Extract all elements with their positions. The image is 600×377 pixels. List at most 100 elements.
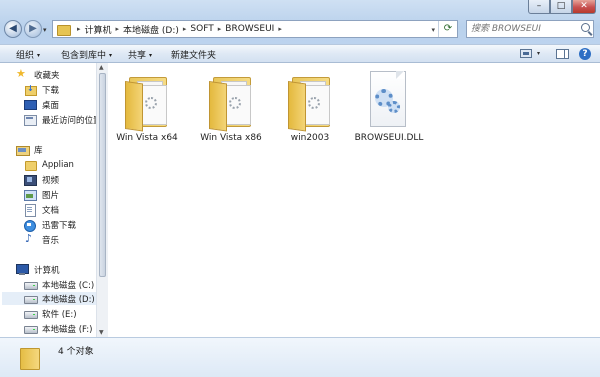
nav-videos[interactable]: 视频 bbox=[24, 173, 59, 186]
title-bar: – □ ✕ ◀ ▶ ▾ ▸ 计算机 ▸ 本地磁盘 (D:) ▸ SOFT ▸ B… bbox=[0, 0, 600, 44]
file-name: Win Vista x64 bbox=[116, 133, 178, 143]
breadcrumb-browseui[interactable]: BROWSEUI bbox=[225, 24, 274, 34]
details-pane: 4 个对象 bbox=[0, 337, 600, 377]
item-count: 4 个对象 bbox=[58, 347, 94, 357]
document-icon bbox=[24, 204, 36, 217]
drive-icon bbox=[24, 308, 38, 319]
view-options-chevron-icon[interactable]: ▾ bbox=[537, 50, 540, 57]
help-icon[interactable]: ? bbox=[579, 48, 591, 60]
nav-drive-f[interactable]: 本地磁盘 (F:) bbox=[24, 322, 92, 335]
new-folder-button[interactable]: 新建文件夹 bbox=[171, 48, 216, 61]
file-name: BROWSEUI.DLL bbox=[354, 133, 424, 143]
recent-places-icon bbox=[24, 114, 37, 126]
nav-drive-e[interactable]: 软件 (E:) bbox=[24, 307, 77, 320]
downloads-folder-icon bbox=[24, 84, 37, 96]
drive-icon bbox=[24, 293, 38, 304]
music-icon bbox=[24, 232, 36, 245]
search-icon[interactable] bbox=[581, 23, 590, 32]
close-button[interactable]: ✕ bbox=[572, 0, 596, 14]
address-bar[interactable]: ▸ 计算机 ▸ 本地磁盘 (D:) ▸ SOFT ▸ BROWSEUI ▸ ▾ … bbox=[52, 20, 458, 38]
drive-icon bbox=[24, 323, 38, 334]
chevron-down-icon: ▾ bbox=[37, 52, 41, 59]
folder-icon bbox=[121, 71, 169, 132]
nav-label: 本地磁盘 (C:) bbox=[42, 280, 95, 291]
search-box[interactable] bbox=[466, 20, 594, 38]
nav-documents[interactable]: 文档 bbox=[24, 203, 60, 217]
drive-icon bbox=[24, 279, 38, 290]
nav-label: 迅雷下载 bbox=[42, 220, 77, 231]
nav-label: 音乐 bbox=[42, 235, 60, 246]
nav-drive-c[interactable]: 本地磁盘 (C:) bbox=[24, 278, 94, 291]
change-view-icon[interactable] bbox=[520, 49, 532, 58]
breadcrumb-separator-icon[interactable]: ▸ bbox=[183, 25, 187, 33]
address-dropdown-icon[interactable]: ▾ bbox=[431, 26, 435, 34]
library-icon bbox=[16, 144, 30, 156]
computer-icon bbox=[16, 264, 29, 275]
chevron-down-icon: ▾ bbox=[149, 52, 153, 59]
nav-label: 库 bbox=[34, 145, 43, 156]
nav-drive-d[interactable]: 本地磁盘 (D:) bbox=[2, 292, 96, 305]
navigation-pane: 收藏夹 下载 桌面 最近访问的位置 库 Applian 视频 图片 bbox=[0, 63, 108, 337]
nav-label: 视频 bbox=[42, 175, 60, 186]
thunder-download-icon bbox=[24, 219, 36, 232]
history-dropdown-icon[interactable]: ▾ bbox=[43, 26, 47, 34]
minimize-button[interactable]: – bbox=[528, 0, 550, 14]
scroll-down-icon[interactable]: ▼ bbox=[99, 329, 104, 336]
nav-scrollbar[interactable]: ▲ ▼ bbox=[96, 63, 108, 337]
file-name: Win Vista x86 bbox=[200, 133, 262, 143]
nav-label: 桌面 bbox=[42, 100, 60, 111]
forward-button[interactable]: ▶ bbox=[24, 20, 42, 38]
nav-label: 文档 bbox=[42, 205, 60, 216]
organize-menu[interactable]: 组织 ▾ bbox=[16, 48, 40, 61]
nav-thunder-downloads[interactable]: 迅雷下载 bbox=[24, 218, 77, 232]
nav-label: 下载 bbox=[42, 85, 60, 96]
chevron-down-icon: ▾ bbox=[109, 52, 113, 59]
share-menu[interactable]: 共享 ▾ bbox=[128, 48, 152, 61]
nav-label: 本地磁盘 (D:) bbox=[42, 294, 95, 305]
nav-favorites[interactable]: 收藏夹 bbox=[16, 67, 60, 81]
pictures-icon bbox=[24, 189, 37, 201]
search-input[interactable] bbox=[471, 22, 575, 36]
refresh-icon[interactable]: ⟳ bbox=[438, 21, 457, 37]
breadcrumb-computer[interactable]: 计算机 bbox=[85, 23, 112, 36]
breadcrumb-separator-icon[interactable]: ▸ bbox=[116, 25, 120, 33]
video-icon bbox=[24, 174, 37, 186]
nav-recent-places[interactable]: 最近访问的位置 bbox=[24, 113, 102, 126]
scrollbar-thumb[interactable] bbox=[99, 73, 106, 277]
nav-downloads[interactable]: 下载 bbox=[24, 83, 59, 96]
dll-file-icon bbox=[368, 71, 408, 127]
command-bar: 组织 ▾ 包含到库中 ▾ 共享 ▾ 新建文件夹 ▾ ? bbox=[0, 44, 600, 63]
nav-label: Applian bbox=[42, 159, 74, 170]
folder-icon bbox=[56, 23, 71, 36]
include-in-library-menu[interactable]: 包含到库中 ▾ bbox=[61, 48, 112, 61]
star-icon bbox=[16, 67, 28, 80]
breadcrumb-separator-icon[interactable]: ▸ bbox=[278, 25, 282, 33]
desktop-icon bbox=[24, 99, 37, 110]
nav-music[interactable]: 音乐 bbox=[24, 232, 60, 246]
nav-desktop[interactable]: 桌面 bbox=[24, 98, 59, 111]
preview-pane-icon[interactable] bbox=[556, 49, 569, 59]
file-name: win2003 bbox=[290, 133, 330, 143]
folder-icon bbox=[24, 159, 37, 171]
scroll-up-icon[interactable]: ▲ bbox=[99, 64, 104, 71]
nav-computer[interactable]: 计算机 bbox=[16, 263, 60, 276]
maximize-button[interactable]: □ bbox=[550, 0, 572, 14]
nav-pictures[interactable]: 图片 bbox=[24, 188, 59, 201]
nav-label: 计算机 bbox=[34, 265, 60, 276]
nav-label: 图片 bbox=[42, 190, 60, 201]
breadcrumb-separator-icon[interactable]: ▸ bbox=[218, 25, 222, 33]
nav-applian[interactable]: Applian bbox=[24, 158, 74, 171]
nav-label: 本地磁盘 (F:) bbox=[42, 324, 93, 335]
nav-label: 软件 (E:) bbox=[42, 309, 77, 320]
breadcrumb-drive-d[interactable]: 本地磁盘 (D:) bbox=[123, 23, 179, 36]
nav-label: 最近访问的位置 bbox=[42, 115, 102, 126]
breadcrumb-soft[interactable]: SOFT bbox=[190, 24, 213, 34]
file-list: Win Vista x64 Win Vista x86 win2003 BROW… bbox=[108, 63, 600, 337]
folder-icon bbox=[18, 344, 40, 370]
explorer-window: – □ ✕ ◀ ▶ ▾ ▸ 计算机 ▸ 本地磁盘 (D:) ▸ SOFT ▸ B… bbox=[0, 0, 600, 377]
nav-libraries[interactable]: 库 bbox=[16, 143, 43, 156]
breadcrumb-separator-icon[interactable]: ▸ bbox=[77, 25, 81, 33]
folder-icon bbox=[205, 71, 253, 132]
folder-icon bbox=[284, 71, 332, 132]
back-button[interactable]: ◀ bbox=[4, 20, 22, 38]
